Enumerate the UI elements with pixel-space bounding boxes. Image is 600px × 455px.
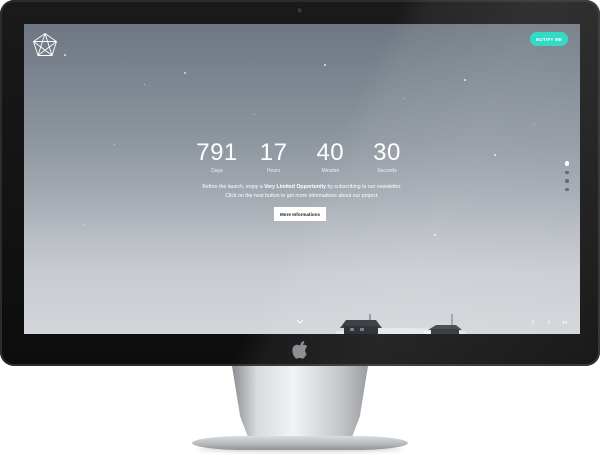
countdown-value: 40 (316, 139, 345, 166)
nav-dot-4[interactable] (565, 187, 569, 191)
chevron-down-icon[interactable] (295, 318, 305, 326)
tagline: Before the launch, enjoy a Very Limited … (174, 183, 430, 201)
facebook-icon[interactable]: f (530, 320, 536, 326)
camera-icon (297, 8, 302, 13)
countdown-label: Minutes (321, 168, 340, 174)
monitor-stand (232, 366, 368, 438)
countdown-value: 30 (373, 139, 401, 166)
snowflake (404, 98, 405, 99)
tagline-line1-end: by subscribing to our newsletter. (326, 184, 402, 190)
countdown: 791 Days 17 Hours 40 Minutes 30 Seconds (192, 140, 412, 180)
countdown-value: 17 (259, 139, 288, 166)
nav-dot-3[interactable] (565, 179, 569, 183)
screen: NOTIFY ME 791 Days 17 Hours 40 Minutes 3… (24, 24, 580, 334)
tagline-highlight: Very Limited Opportunity (264, 184, 327, 190)
snowflake (464, 79, 466, 81)
countdown-label: Days (211, 168, 223, 174)
nav-dot-1[interactable] (564, 161, 570, 166)
nav-dot-2[interactable] (565, 170, 569, 174)
snowflake (144, 84, 145, 85)
notify-me-button[interactable]: NOTIFY ME (530, 32, 568, 46)
snowflake (434, 234, 436, 236)
snowflake (324, 64, 326, 66)
social-links: f t in (530, 320, 568, 326)
houses-illustration (336, 314, 466, 334)
snowflake (84, 224, 85, 225)
countdown-label: Seconds (377, 168, 397, 174)
countdown-hours: 17 Hours (249, 140, 299, 180)
monitor-frame: NOTIFY ME 791 Days 17 Hours 40 Minutes 3… (0, 0, 600, 366)
snowflake (64, 54, 66, 56)
apple-logo-icon (292, 341, 308, 359)
twitter-icon[interactable]: t (546, 320, 552, 326)
countdown-minutes: 40 Minutes (305, 140, 355, 180)
linkedin-icon[interactable]: in (562, 320, 568, 326)
snowflake (534, 124, 535, 125)
snowflake (254, 114, 255, 115)
countdown-value: 791 (196, 139, 238, 166)
tagline-line2: Click on the next button to get more inf… (225, 193, 379, 199)
countdown-seconds: 30 Seconds (362, 140, 412, 180)
monitor-base (192, 436, 408, 450)
countdown-days: 791 Days (192, 140, 242, 180)
logo-icon[interactable] (32, 32, 58, 58)
more-informations-button[interactable]: More Informations (274, 207, 326, 221)
section-nav-dots (564, 161, 570, 196)
snowflake (494, 154, 496, 156)
snowflake (114, 144, 115, 145)
tagline-line1-start: Before the launch, enjoy a (202, 184, 265, 190)
countdown-label: Hours (266, 168, 281, 174)
snowflake (184, 72, 186, 74)
